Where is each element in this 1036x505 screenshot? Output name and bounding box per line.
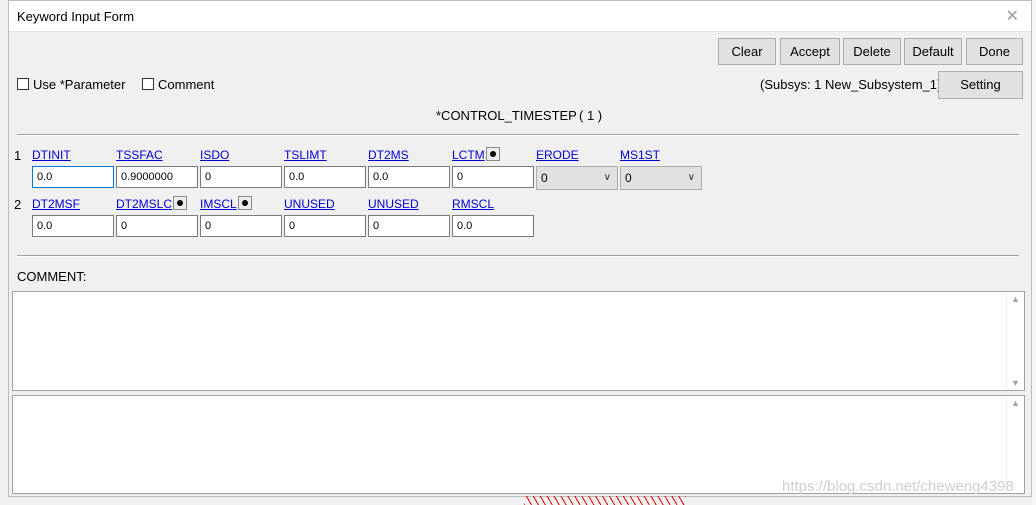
field-label-dt2ms[interactable]: DT2MS xyxy=(368,148,409,162)
scroll-up-icon[interactable]: ▲ xyxy=(1011,398,1020,408)
accept-button[interactable]: Accept xyxy=(780,38,840,65)
unused-2-input[interactable]: 0 xyxy=(368,215,450,237)
unused-1-input[interactable]: 0 xyxy=(284,215,366,237)
field-label-tslimt[interactable]: TSLIMT xyxy=(284,148,327,162)
done-button[interactable]: Done xyxy=(966,38,1023,65)
dt2ms-input[interactable]: 0.0 xyxy=(368,166,450,188)
keyword-name: *CONTROL_TIMESTEP xyxy=(436,108,577,123)
clear-button[interactable]: Clear xyxy=(718,38,776,65)
field-label-dt2msf[interactable]: DT2MSF xyxy=(32,197,80,211)
comment-section-label: COMMENT: xyxy=(17,269,87,284)
tssfac-input[interactable]: 0.9000000 xyxy=(116,166,198,188)
lctm-input[interactable]: 0 xyxy=(452,166,534,188)
ms1st-select[interactable]: 0 ∨ xyxy=(620,166,702,190)
title-bar: Keyword Input Form ✕ xyxy=(9,1,1031,32)
divider xyxy=(17,134,1019,136)
imscl-set-picker-button[interactable] xyxy=(238,196,252,210)
dt2msf-input[interactable]: 0.0 xyxy=(32,215,114,237)
dt2mslc-input[interactable]: 0 xyxy=(116,215,198,237)
erode-selected-value: 0 xyxy=(541,171,548,185)
keyword-input-form-window: Keyword Input Form ✕ Clear Accept Delete… xyxy=(8,0,1032,497)
background-mesh-graphic xyxy=(524,496,686,505)
close-icon[interactable]: ✕ xyxy=(1006,6,1019,26)
window-title: Keyword Input Form xyxy=(17,9,135,24)
field-label-rmscl[interactable]: RMSCL xyxy=(452,197,494,211)
field-label-ms1st[interactable]: MS1ST xyxy=(620,148,660,162)
rmscl-input[interactable]: 0.0 xyxy=(452,215,534,237)
use-parameter-checkbox[interactable] xyxy=(17,78,29,90)
isdo-input[interactable]: 0 xyxy=(200,166,282,188)
background-window-edge xyxy=(1032,0,1036,505)
row-number: 2 xyxy=(14,197,22,212)
field-label-isdo[interactable]: ISDO xyxy=(200,148,229,162)
ms1st-selected-value: 0 xyxy=(625,171,632,185)
chevron-down-icon: ∨ xyxy=(603,172,611,183)
scroll-down-icon[interactable]: ▼ xyxy=(1011,378,1020,388)
lctm-curve-picker-button[interactable] xyxy=(486,147,500,161)
dot-icon xyxy=(177,200,183,206)
field-label-unused-2[interactable]: UNUSED xyxy=(368,197,419,211)
setting-button[interactable]: Setting xyxy=(938,71,1023,99)
subsystem-info: (Subsys: 1 New_Subsystem_1) xyxy=(760,77,942,92)
comment-textarea[interactable]: ▲ ▼ xyxy=(12,291,1025,391)
dt2mslc-curve-picker-button[interactable] xyxy=(173,196,187,210)
dot-icon xyxy=(242,200,248,206)
dtinit-input[interactable]: 0.0 xyxy=(32,166,114,188)
comment-label: Comment xyxy=(158,77,215,92)
field-label-imscl[interactable]: IMSCL xyxy=(200,197,237,211)
field-label-tssfac[interactable]: TSSFAC xyxy=(116,148,163,162)
field-label-lctm[interactable]: LCTM xyxy=(452,148,485,162)
dot-icon xyxy=(490,151,496,157)
erode-select[interactable]: 0 ∨ xyxy=(536,166,618,190)
chevron-down-icon: ∨ xyxy=(687,172,695,183)
tslimt-input[interactable]: 0.0 xyxy=(284,166,366,188)
vertical-scrollbar[interactable]: ▲ ▼ xyxy=(1006,292,1024,390)
use-parameter-label: Use *Parameter xyxy=(33,77,126,92)
field-label-unused-1[interactable]: UNUSED xyxy=(284,197,335,211)
default-button[interactable]: Default xyxy=(904,38,962,65)
scroll-up-icon[interactable]: ▲ xyxy=(1011,294,1020,304)
imscl-input[interactable]: 0 xyxy=(200,215,282,237)
divider xyxy=(17,255,1019,257)
watermark-text: https://blog.csdn.net/cheweng4398 xyxy=(782,478,1014,495)
field-label-dt2mslc[interactable]: DT2MSLC xyxy=(116,197,172,211)
field-label-erode[interactable]: ERODE xyxy=(536,148,579,162)
keyword-index: ( 1 ) xyxy=(579,108,603,123)
delete-button[interactable]: Delete xyxy=(843,38,901,65)
row-number: 1 xyxy=(14,148,22,163)
field-label-dtinit[interactable]: DTINIT xyxy=(32,148,71,162)
comment-checkbox[interactable] xyxy=(142,78,154,90)
